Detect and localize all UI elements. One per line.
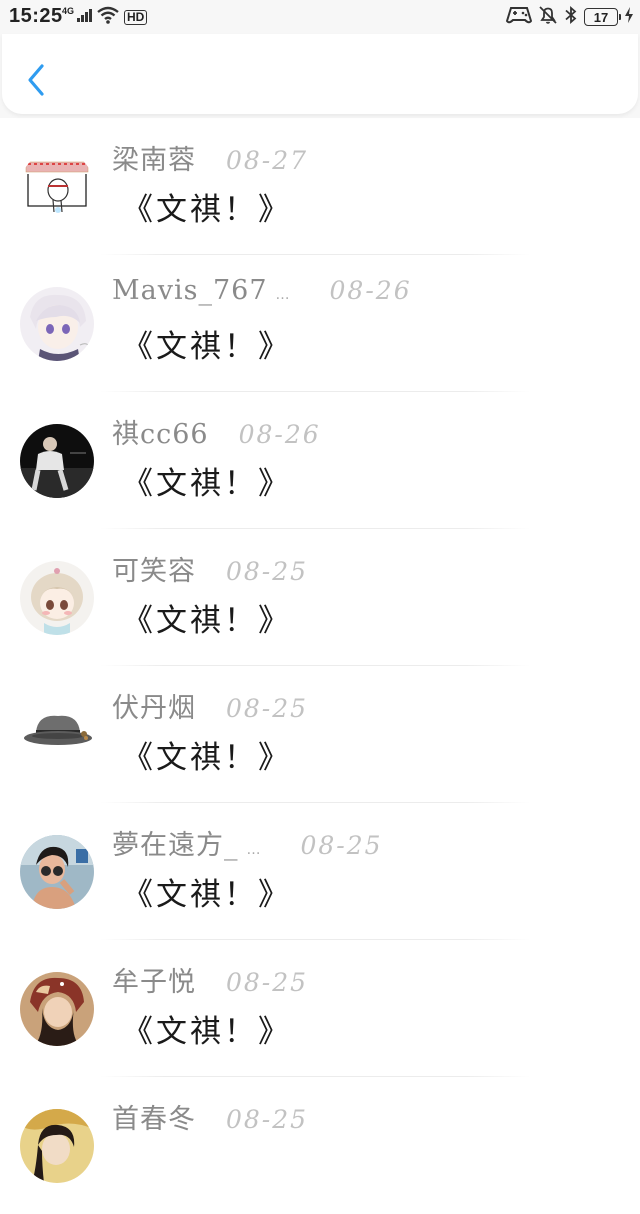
game-controller-icon xyxy=(505,5,533,29)
username[interactable]: 伏丹烟 xyxy=(112,686,196,725)
avatar[interactable] xyxy=(20,1109,94,1183)
username[interactable]: 夢在遠方_ xyxy=(112,823,239,862)
comment-text: 《文祺！》 xyxy=(122,329,292,365)
username[interactable]: 牟子悦 xyxy=(112,960,196,999)
status-right-icons: 17 xyxy=(505,5,634,29)
comment-item[interactable]: 梁南蓉 08-27 《文祺！》 xyxy=(0,118,640,255)
avatar[interactable] xyxy=(20,424,94,498)
avatar[interactable] xyxy=(20,561,94,635)
avatar[interactable] xyxy=(20,150,94,224)
avatar[interactable] xyxy=(20,287,94,361)
username[interactable]: Mavis_767 xyxy=(112,275,268,306)
comment-date: 08-25 xyxy=(226,968,309,997)
charging-icon xyxy=(624,6,634,28)
back-button[interactable] xyxy=(20,58,52,102)
header-card xyxy=(2,34,638,114)
battery-indicator: 17 xyxy=(584,8,621,26)
avatar[interactable] xyxy=(20,972,94,1046)
top-header xyxy=(0,34,640,118)
comment-date: 08-25 xyxy=(226,1105,309,1134)
username[interactable]: 可笑容 xyxy=(112,549,196,588)
bluetooth-icon xyxy=(564,5,578,29)
network-type-label: 4G xyxy=(62,6,75,16)
comment-text: 《文祺！》 xyxy=(122,1014,292,1050)
comment-meta: 牟子悦 08-25 xyxy=(112,960,308,999)
comment-item[interactable]: 首春冬 08-25 xyxy=(0,1077,640,1214)
comment-text: 《文祺！》 xyxy=(122,877,292,913)
avatar[interactable] xyxy=(20,698,94,772)
comment-text: 《文祺！》 xyxy=(122,740,292,776)
username[interactable]: 首春冬 xyxy=(112,1097,196,1136)
comment-item[interactable]: 可笑容 08-25 《文祺！》 xyxy=(0,529,640,666)
avatar[interactable] xyxy=(20,835,94,909)
comment-date: 08-27 xyxy=(226,146,309,175)
chevron-left-icon xyxy=(28,64,44,96)
comment-date: 08-25 xyxy=(226,694,309,723)
comment-meta: 伏丹烟 08-25 xyxy=(112,686,308,725)
comment-item[interactable]: Mavis_767 … 08-26 《文祺！》 xyxy=(0,255,640,392)
comment-date: 08-26 xyxy=(329,276,412,305)
status-time: 15:25 xyxy=(9,5,63,27)
comment-date: 08-26 xyxy=(238,420,321,449)
comment-date: 08-25 xyxy=(226,557,309,586)
username[interactable]: 祺cc66 xyxy=(112,412,209,451)
comment-item[interactable]: 夢在遠方_ … 08-25 《文祺！》 xyxy=(0,803,640,940)
comment-item[interactable]: 牟子悦 08-25 《文祺！》 xyxy=(0,940,640,1077)
wifi-icon xyxy=(96,6,120,28)
comment-item[interactable]: 伏丹烟 08-25 《文祺！》 xyxy=(0,666,640,803)
comment-meta: 可笑容 08-25 xyxy=(112,549,308,588)
comment-meta: 梁南蓉 08-27 xyxy=(112,138,308,177)
comment-meta: 夢在遠方_ … 08-25 xyxy=(112,823,383,862)
comment-text: 《文祺！》 xyxy=(122,603,292,639)
username-ellipsis: … xyxy=(246,842,261,858)
comment-meta: Mavis_767 … 08-26 xyxy=(112,275,412,306)
comment-meta: 祺cc66 08-26 xyxy=(112,412,321,451)
signal-icon xyxy=(76,7,93,27)
comment-text: 《文祺！》 xyxy=(122,466,292,502)
status-left-icons: 4G HD xyxy=(62,6,148,28)
status-bar: 15:25 4G HD 17 xyxy=(0,0,640,34)
comment-item[interactable]: 祺cc66 08-26 《文祺！》 xyxy=(0,392,640,529)
hd-badge: HD xyxy=(124,9,148,25)
username[interactable]: 梁南蓉 xyxy=(112,138,196,177)
username-ellipsis: … xyxy=(275,287,290,303)
bell-muted-icon xyxy=(538,5,558,29)
comment-text: 《文祺！》 xyxy=(122,192,292,228)
comment-list: 梁南蓉 08-27 《文祺！》 Mavis_767 … 08-26 《文祺！》 … xyxy=(0,118,640,1214)
comment-date: 08-25 xyxy=(300,831,383,860)
comment-meta: 首春冬 08-25 xyxy=(112,1097,308,1136)
